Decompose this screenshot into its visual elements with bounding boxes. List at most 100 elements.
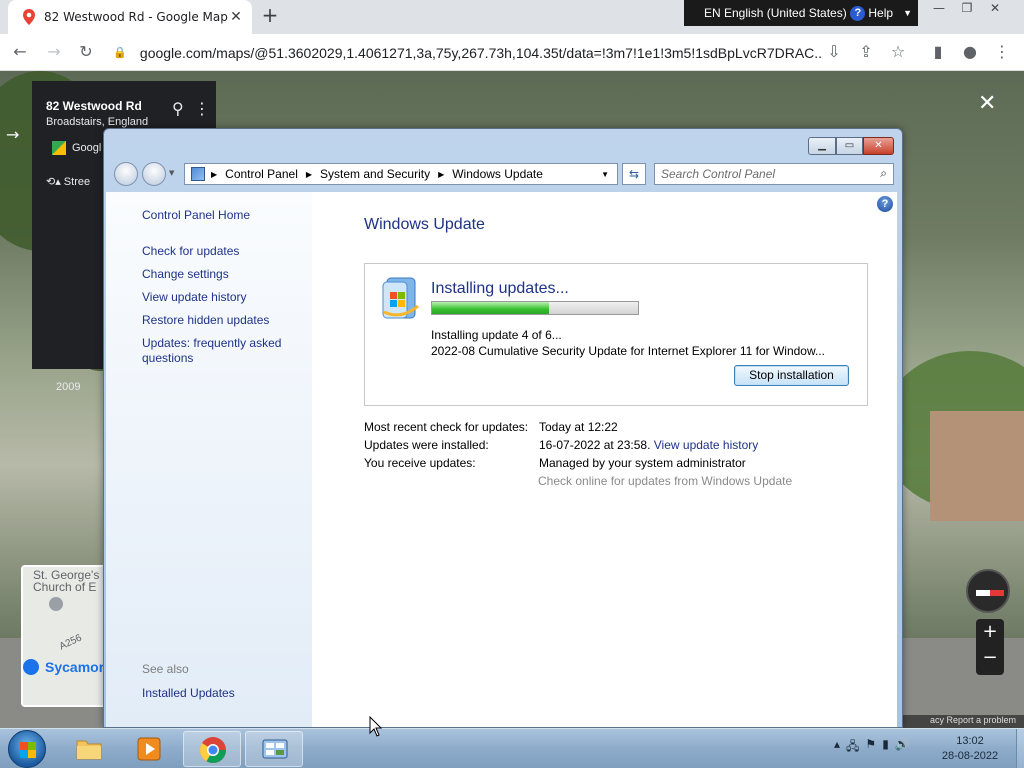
back-icon[interactable]: ← xyxy=(8,40,32,64)
pin-icon[interactable]: ⚲ xyxy=(172,99,184,118)
church-marker-icon xyxy=(49,597,63,611)
taskbar: ▴ 🖧 ⚑ ▮ 🔊 13:02 28-08-2022 xyxy=(0,728,1024,768)
restore-hidden-updates-link[interactable]: Restore hidden updates xyxy=(142,313,302,328)
map-footer[interactable]: acy Report a problem xyxy=(900,715,1024,728)
maximize-button[interactable]: ▭ xyxy=(836,137,863,155)
change-settings-link[interactable]: Change settings xyxy=(142,267,302,282)
chrome-icon xyxy=(199,737,227,764)
update-status-box: Installing updates... Installing update … xyxy=(364,263,868,406)
address-dropdown-icon[interactable]: ▼ xyxy=(601,170,609,179)
zoom-in-button[interactable]: + xyxy=(976,619,1004,645)
share-icon[interactable]: ⇪ xyxy=(854,40,878,64)
help-label[interactable]: Help xyxy=(868,6,893,20)
view-update-history-link[interactable]: View update history xyxy=(142,290,302,305)
taskbar-chrome[interactable] xyxy=(183,731,241,767)
poi-marker-icon xyxy=(23,659,39,675)
compass-icon[interactable] xyxy=(966,569,1010,613)
window-buttons: ▁ ▭ ✕ xyxy=(808,137,894,155)
windows-update-icon xyxy=(382,277,419,319)
chrome-menu-icon[interactable]: ⋮ xyxy=(990,40,1014,64)
clock[interactable]: 13:02 28-08-2022 xyxy=(928,734,1012,764)
help-icon[interactable]: ? xyxy=(877,196,893,212)
url-text[interactable]: google.com/maps/@51.3602029,1.4061271,3a… xyxy=(140,45,822,61)
folder-icon xyxy=(76,740,102,760)
address-bar[interactable]: 🔒 google.com/maps/@51.3602029,1.4061271,… xyxy=(112,38,822,67)
taskbar-explorer[interactable] xyxy=(60,731,118,767)
capture-year: 2009 xyxy=(56,381,81,393)
task-pane: Control Panel Home Check for updates Cha… xyxy=(106,192,312,727)
more-options-icon[interactable]: ⋮ xyxy=(194,99,210,118)
language-label[interactable]: EN English (United States) xyxy=(704,6,850,20)
action-center-icon[interactable]: ⚑ xyxy=(865,737,876,758)
check-online-link[interactable]: Check online for updates from Windows Up… xyxy=(538,474,792,488)
start-button[interactable] xyxy=(8,730,46,768)
installed-label: Updates were installed: xyxy=(364,438,489,452)
minimize-icon[interactable]: — xyxy=(925,0,953,18)
browser-tab[interactable]: 82 Westwood Rd - Google Maps ✕ xyxy=(8,0,252,34)
side-panel-icon[interactable]: ▮ xyxy=(926,40,950,64)
receive-label: You receive updates: xyxy=(364,456,476,470)
language-bar[interactable]: EN English (United States) ? Help ▼ xyxy=(684,0,918,26)
show-desktop-button[interactable] xyxy=(1016,729,1024,768)
status-heading: Installing updates... xyxy=(431,280,569,297)
help-icon: ? xyxy=(850,5,866,21)
search-input[interactable]: Search Control Panel ⌕ xyxy=(654,163,894,185)
close-street-view-icon[interactable]: ✕ xyxy=(978,91,996,116)
history-icon[interactable]: ⟲▴ xyxy=(46,176,64,188)
breadcrumb-arrow-icon[interactable]: ▶ xyxy=(211,170,217,179)
breadcrumb-arrow-icon[interactable]: ▶ xyxy=(438,170,444,179)
lock-icon[interactable]: 🔒 xyxy=(112,46,128,59)
reload-icon[interactable]: ↻ xyxy=(74,40,98,64)
expand-panel-icon[interactable]: → xyxy=(6,125,19,144)
taskbar-media-player[interactable] xyxy=(120,731,178,767)
forward-button[interactable] xyxy=(142,162,166,186)
install-app-icon[interactable]: ⇩ xyxy=(822,40,846,64)
minimap-poi-church: St. George's Church of E xyxy=(33,568,100,594)
power-icon[interactable]: ▮ xyxy=(882,737,889,758)
network-icon[interactable]: 🖧 xyxy=(846,737,859,758)
minimap-road-label: A256 xyxy=(57,632,84,653)
minimap[interactable]: St. George's Church of E A256 Sycamore xyxy=(21,565,107,707)
minimize-button[interactable]: ▁ xyxy=(808,137,836,155)
installed-updates-link[interactable]: Installed Updates xyxy=(142,686,302,701)
close-button[interactable]: ✕ xyxy=(863,137,894,155)
back-button[interactable] xyxy=(114,162,138,186)
control-panel-home-link[interactable]: Control Panel Home xyxy=(142,208,302,223)
search-icon[interactable]: ⌕ xyxy=(880,166,887,181)
zoom-out-button[interactable]: − xyxy=(976,645,1004,671)
clock-time: 13:02 xyxy=(956,735,984,747)
show-hidden-icons-icon[interactable]: ▴ xyxy=(834,737,840,758)
profile-avatar-icon[interactable]: ● xyxy=(958,40,982,64)
close-window-icon[interactable]: ✕ xyxy=(981,0,1009,18)
page-title: Windows Update xyxy=(364,216,485,233)
check-for-updates-link[interactable]: Check for updates xyxy=(142,244,302,259)
breadcrumb[interactable]: ▶ Control Panel ▶ System and Security ▶ … xyxy=(184,163,618,185)
control-panel-icon xyxy=(262,739,288,759)
language-menu-icon[interactable]: ▼ xyxy=(903,8,912,18)
volume-icon[interactable]: 🔊 xyxy=(895,737,910,758)
refresh-icon[interactable]: ⇆ xyxy=(622,163,646,185)
view-update-history-link[interactable]: View update history xyxy=(654,438,759,452)
recent-pages-icon[interactable]: ▼ xyxy=(169,169,174,177)
window-controls: — ❐ ✕ xyxy=(925,0,1009,18)
recent-check-value: Today at 12:22 xyxy=(539,420,618,434)
breadcrumb-windows-update[interactable]: Windows Update xyxy=(452,167,543,181)
see-also-heading: See also xyxy=(142,662,189,676)
breadcrumb-system-security[interactable]: System and Security xyxy=(320,167,430,181)
breadcrumb-control-panel[interactable]: Control Panel xyxy=(225,167,298,181)
bookmark-star-icon[interactable]: ☆ xyxy=(886,40,910,64)
taskbar-control-panel[interactable] xyxy=(245,731,303,767)
stop-installation-button[interactable]: Stop installation xyxy=(734,365,849,386)
forward-icon[interactable]: → xyxy=(42,40,66,64)
new-tab-button[interactable]: + xyxy=(258,4,282,28)
faq-link[interactable]: Updates: frequently asked questions xyxy=(142,336,292,366)
progress-bar xyxy=(431,301,639,315)
breadcrumb-arrow-icon[interactable]: ▶ xyxy=(306,170,312,179)
mouse-cursor-icon xyxy=(369,716,383,737)
close-tab-icon[interactable]: ✕ xyxy=(228,9,244,25)
system-tray: ▴ 🖧 ⚑ ▮ 🔊 xyxy=(834,737,910,758)
restore-icon[interactable]: ❐ xyxy=(953,0,981,18)
control-panel-icon xyxy=(191,167,205,181)
google-label: Googl xyxy=(72,141,102,154)
current-update-name: 2022-08 Cumulative Security Update for I… xyxy=(431,344,825,358)
